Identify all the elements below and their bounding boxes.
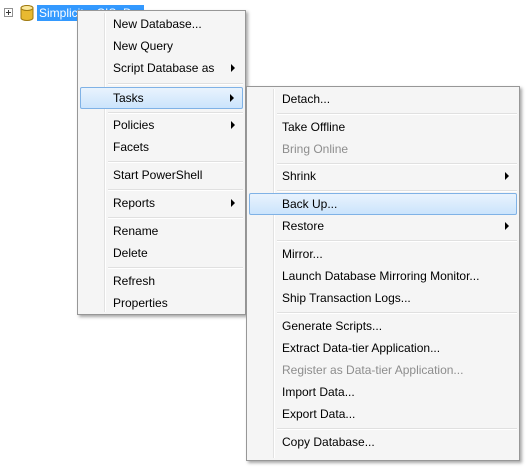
- menu-separator: [108, 161, 243, 163]
- submenu-arrow-icon: [230, 94, 234, 102]
- menu-item-label: Import Data...: [282, 385, 355, 399]
- menu-item-label: Delete: [113, 246, 148, 260]
- menu-item-restore[interactable]: Restore: [249, 215, 517, 237]
- menu-separator: [277, 312, 517, 314]
- menu-item-label: Ship Transaction Logs...: [282, 291, 411, 305]
- menu-item-detach[interactable]: Detach...: [249, 88, 517, 110]
- submenu-arrow-icon: [231, 64, 235, 72]
- menu-item-copy-database[interactable]: Copy Database...: [249, 431, 517, 453]
- submenu-arrow-icon: [231, 199, 235, 207]
- menu-item-extract-data-tier-application[interactable]: Extract Data-tier Application...: [249, 337, 517, 359]
- menu-item-mirror[interactable]: Mirror...: [249, 243, 517, 265]
- menu-item-import-data[interactable]: Import Data...: [249, 381, 517, 403]
- menu-item-label: Back Up...: [282, 197, 338, 211]
- menu-item-label: Copy Database...: [282, 435, 375, 449]
- menu-item-label: New Database...: [113, 17, 202, 31]
- menu-item-script-database-as[interactable]: Script Database as: [80, 57, 243, 79]
- menu-item-back-up[interactable]: Back Up...: [249, 193, 517, 215]
- menu-item-label: Start PowerShell: [113, 168, 203, 182]
- menu-separator: [108, 267, 243, 269]
- menu-item-ship-transaction-logs[interactable]: Ship Transaction Logs...: [249, 287, 517, 309]
- menu-item-export-data[interactable]: Export Data...: [249, 403, 517, 425]
- menu-item-label: Mirror...: [282, 247, 323, 261]
- menu-separator: [277, 240, 517, 242]
- menu-item-delete[interactable]: Delete: [80, 242, 243, 264]
- menu-separator: [108, 83, 243, 85]
- menu-item-facets[interactable]: Facets: [80, 136, 243, 158]
- menu-item-generate-scripts[interactable]: Generate Scripts...: [249, 315, 517, 337]
- menu-item-tasks[interactable]: Tasks: [80, 87, 243, 109]
- menu-item-policies[interactable]: Policies: [80, 114, 243, 136]
- menu-item-label: Register as Data-tier Application...: [282, 363, 464, 377]
- menu-item-refresh[interactable]: Refresh: [80, 270, 243, 292]
- database-context-menu: New Database... New Query Script Databas…: [77, 10, 246, 315]
- menu-separator: [108, 217, 243, 219]
- menu-item-shrink[interactable]: Shrink: [249, 165, 517, 187]
- tasks-submenu: Detach... Take Offline Bring Online Shri…: [246, 86, 520, 461]
- menu-item-new-database[interactable]: New Database...: [80, 13, 243, 35]
- menu-item-label: Detach...: [282, 92, 331, 106]
- submenu-arrow-icon: [231, 121, 235, 129]
- menu-item-properties[interactable]: Properties: [80, 292, 243, 314]
- menu-separator: [108, 189, 243, 191]
- menu-item-label: Script Database as: [113, 61, 215, 75]
- menu-item-label: Policies: [113, 118, 155, 132]
- menu-item-new-query[interactable]: New Query: [80, 35, 243, 57]
- menu-item-label: New Query: [113, 39, 174, 53]
- submenu-arrow-icon: [505, 222, 509, 230]
- menu-item-bring-online: Bring Online: [249, 138, 517, 160]
- menu-item-launch-mirroring-monitor[interactable]: Launch Database Mirroring Monitor...: [249, 265, 517, 287]
- menu-item-rename[interactable]: Rename: [80, 220, 243, 242]
- menu-item-label: Launch Database Mirroring Monitor...: [282, 269, 480, 283]
- expand-icon[interactable]: [4, 8, 13, 17]
- menu-item-register-data-tier-application: Register as Data-tier Application...: [249, 359, 517, 381]
- menu-item-label: Reports: [113, 196, 156, 210]
- menu-item-reports[interactable]: Reports: [80, 192, 243, 214]
- menu-item-label: Take Offline: [282, 120, 346, 134]
- menu-item-label: Bring Online: [282, 142, 349, 156]
- menu-item-label: Rename: [113, 224, 159, 238]
- menu-item-label: Restore: [282, 219, 325, 233]
- menu-item-label: Export Data...: [282, 407, 356, 421]
- menu-separator: [277, 190, 517, 192]
- database-icon: [20, 5, 34, 21]
- menu-separator: [277, 428, 517, 430]
- menu-item-take-offline[interactable]: Take Offline: [249, 116, 517, 138]
- menu-item-label: Refresh: [113, 274, 156, 288]
- submenu-arrow-icon: [505, 172, 509, 180]
- menu-item-start-powershell[interactable]: Start PowerShell: [80, 164, 243, 186]
- menu-item-label: Extract Data-tier Application...: [282, 341, 441, 355]
- menu-item-label: Tasks: [113, 91, 144, 105]
- menu-item-label: Generate Scripts...: [282, 319, 383, 333]
- menu-item-label: Shrink: [282, 169, 317, 183]
- menu-separator: [277, 113, 517, 115]
- menu-item-label: Properties: [113, 296, 168, 310]
- menu-item-label: Facets: [113, 140, 150, 154]
